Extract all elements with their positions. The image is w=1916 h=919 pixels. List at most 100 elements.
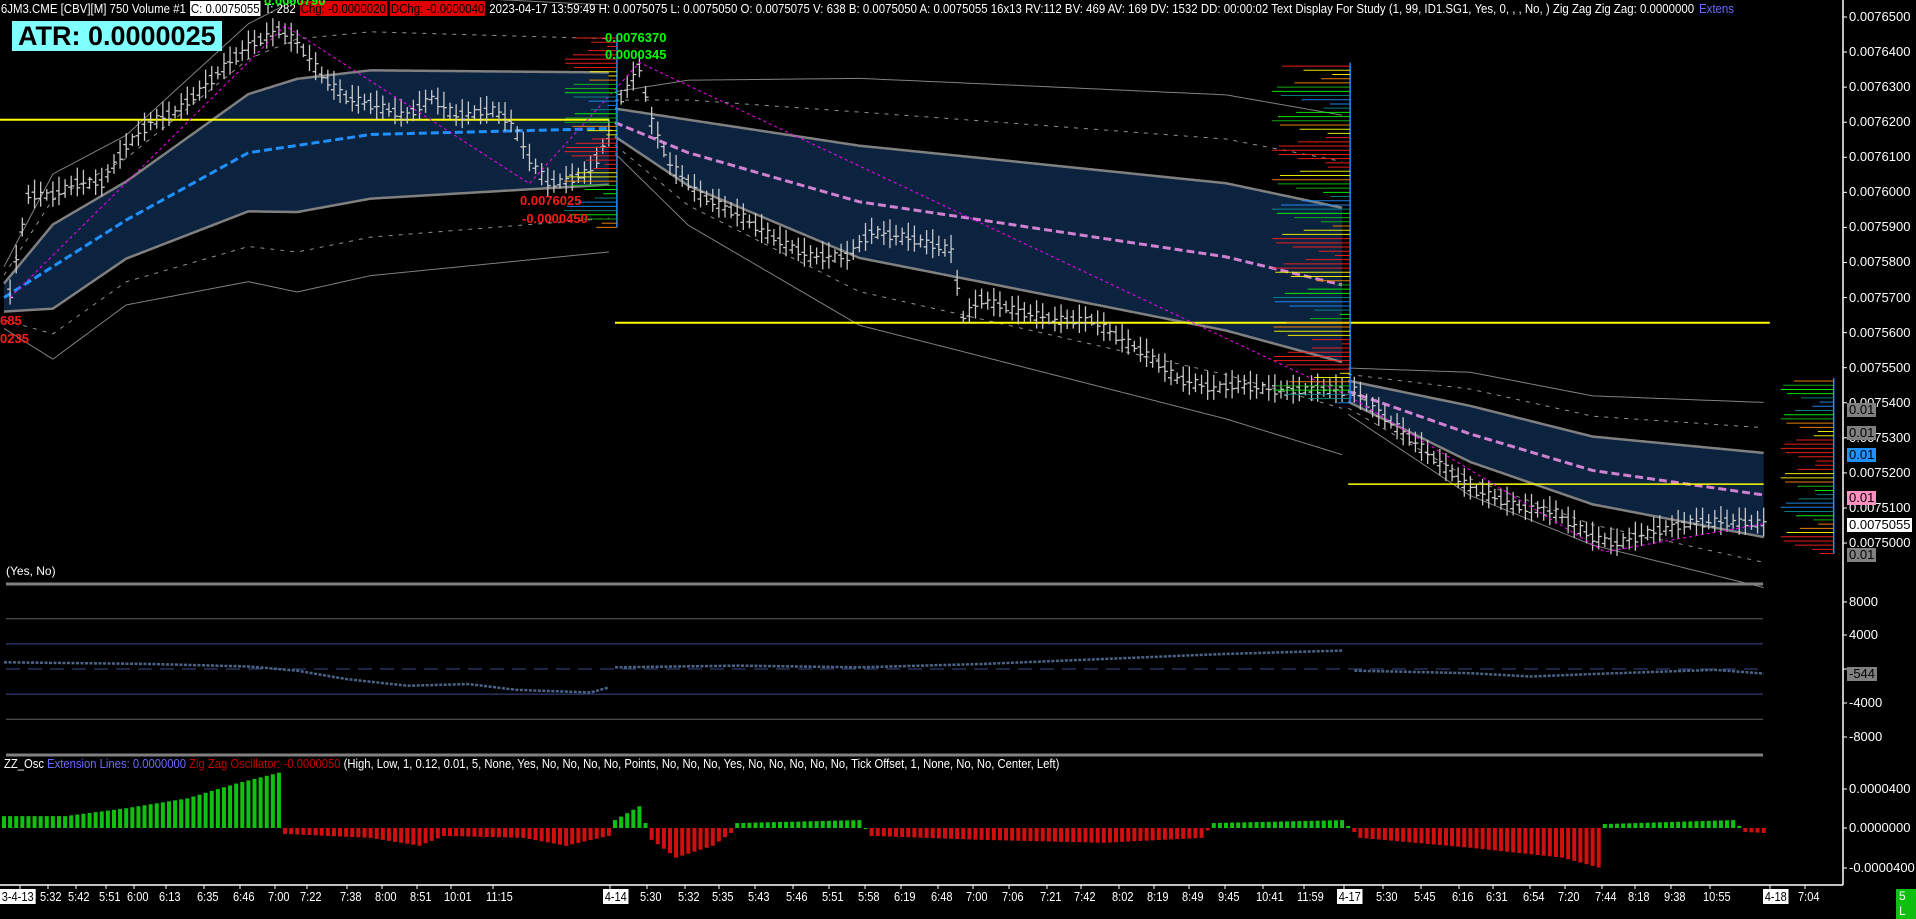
oscillator-bar	[991, 828, 996, 841]
oscillator-bar	[521, 828, 526, 838]
zigzag-low-change-label: -0.0000450	[522, 211, 588, 226]
oscillator-bar	[1156, 828, 1161, 841]
time-axis-label: 6:00	[127, 889, 149, 904]
oscillator-bar	[1700, 821, 1705, 828]
time-axis-label: 7:04	[1798, 889, 1820, 904]
zigzag-low-price-label: 0.0076025	[520, 193, 582, 208]
oscillator-bar	[429, 828, 434, 841]
price-tick-label: 0.0076200	[1849, 114, 1911, 130]
price-tick-label: 0.0075900	[1849, 219, 1911, 235]
oscillator-bar	[1187, 828, 1192, 839]
oscillator-bar	[814, 821, 819, 828]
scale-lock-badge[interactable]: 5 L	[1896, 889, 1916, 919]
price-tick-label: 0.0076500	[1849, 9, 1911, 24]
oscillator-bar	[1456, 828, 1461, 847]
oscillator-bar	[289, 828, 294, 835]
oscillator-bar	[875, 828, 880, 837]
oscillator-bar	[808, 821, 813, 828]
oscillator-bar	[350, 828, 355, 838]
oscillator-bar	[839, 820, 844, 828]
oscillator-bar	[1694, 821, 1699, 828]
oscillator-bar	[1199, 828, 1204, 838]
time-axis-date-label: 4-17	[1337, 889, 1363, 904]
oscillator-bar	[1505, 828, 1510, 852]
oscillator-bar	[729, 828, 734, 833]
oscillator-bar	[539, 828, 544, 842]
oscillator-bar	[1407, 828, 1412, 843]
oscillator-bar	[1095, 828, 1100, 843]
oscillator-bar	[154, 803, 159, 828]
extension-lines-value: Extension Lines: 0.0000000	[47, 757, 187, 771]
oscillator-bar	[411, 828, 416, 845]
oscillator-bar	[1584, 828, 1589, 865]
time-axis-label: 6:48	[931, 889, 953, 904]
oscillator-name: ZZ_Osc	[4, 757, 45, 771]
oscillator-bar	[1743, 828, 1748, 832]
oscillator-bar	[857, 820, 862, 828]
oscillator-bar	[747, 822, 752, 828]
time-axis-label: 6:13	[159, 889, 181, 904]
oscillator-header: ZZ_Osc Extension Lines: 0.0000000 Zig Za…	[4, 757, 1059, 771]
oscillator-bar	[69, 815, 74, 828]
oscillator-bar	[1321, 820, 1326, 828]
oscillator-bar	[619, 816, 624, 828]
oscillator-bar	[99, 811, 104, 828]
oscillator-bar	[221, 787, 226, 828]
oscillator-bar	[784, 821, 789, 828]
oscillator-bar	[1535, 828, 1540, 855]
oscillator-bar	[851, 820, 856, 828]
price-marker-box: 0.0075055	[1847, 517, 1913, 532]
panel2-current-value: -544	[1847, 666, 1878, 681]
time-axis-label: 11:59	[1297, 889, 1324, 904]
time-axis-label: 7:38	[340, 889, 362, 904]
oscillator-bar	[845, 820, 850, 828]
close-value: C: 0.0075055	[189, 1, 261, 16]
oscillator-bar	[1034, 828, 1039, 842]
time-axis-label: 9:45	[1218, 889, 1240, 904]
oscillator-bar	[105, 810, 110, 828]
oscillator-bar	[600, 828, 605, 838]
oscillator-bar	[906, 828, 911, 838]
oscillator-bar	[252, 778, 257, 828]
oscillator-bar	[1633, 823, 1638, 828]
oscillator-bar	[1175, 828, 1180, 840]
oscillator-bar	[1608, 823, 1613, 828]
oscillator-bar	[1413, 828, 1418, 843]
oscillator-bar	[918, 828, 923, 838]
time-axis-label: 5:46	[786, 889, 808, 904]
oscillator-bar	[955, 828, 960, 839]
oscillator-bar	[1327, 820, 1332, 828]
oscillator-bar	[368, 828, 373, 838]
oscillator-bar	[1450, 828, 1455, 847]
oscillator-bar	[1260, 821, 1265, 828]
oscillator-bar	[1297, 821, 1302, 828]
oscillator-bar	[276, 772, 281, 828]
oscillator-bar	[484, 828, 489, 837]
oscillator-bar	[1071, 828, 1076, 843]
price-tick-label: 0.0075800	[1849, 254, 1911, 270]
oscillator-bar	[1169, 828, 1174, 840]
oscillator-bar	[790, 821, 795, 828]
volume-study-header: (Yes, No)	[6, 564, 56, 578]
oscillator-bar	[234, 783, 239, 828]
zigzag-left-price-label: 685	[0, 313, 22, 328]
oscillator-bar	[380, 828, 385, 840]
oscillator-bar	[356, 828, 361, 838]
oscillator-bar	[1615, 823, 1620, 828]
oscillator-bar	[692, 828, 697, 852]
oscillator-bar	[1419, 828, 1424, 844]
oscillator-bar	[472, 828, 477, 837]
panel2-series-line	[1354, 668, 1764, 678]
oscillator-bar	[869, 828, 874, 836]
oscillator-bar	[667, 828, 672, 854]
time-axis-label: 8:00	[375, 889, 397, 904]
oscillator-bar	[1480, 828, 1485, 850]
time-axis-label: 5:42	[68, 889, 90, 904]
oscillator-bar	[643, 823, 648, 828]
oscillator-bar	[637, 806, 642, 828]
oscillator-bar	[1052, 828, 1057, 842]
oscillator-bar	[1651, 822, 1656, 828]
oscillator-bar	[1065, 828, 1070, 842]
oscillator-bar	[1621, 823, 1626, 828]
panel2-tick: -8000	[1849, 729, 1883, 744]
